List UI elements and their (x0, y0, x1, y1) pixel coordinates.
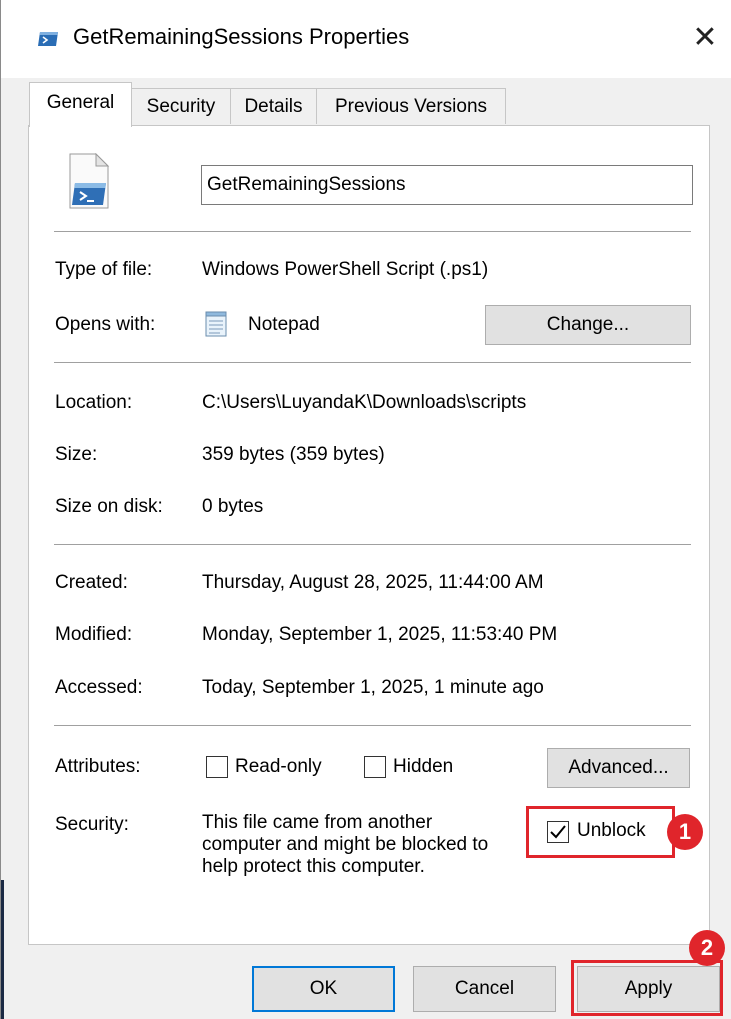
window-title: GetRemainingSessions Properties (73, 24, 410, 49)
size-on-disk-label: Size on disk: (55, 496, 163, 517)
attributes-label: Attributes: (55, 756, 141, 777)
title-bar: GetRemainingSessions Properties ✕ (1, 0, 731, 78)
read-only-label[interactable]: Read-only (235, 756, 322, 778)
powershell-file-icon (38, 32, 58, 46)
location-label: Location: (55, 392, 133, 413)
security-warning-line-2: computer and might be blocked to (202, 834, 489, 855)
annotation-badge-2: 2 (689, 930, 725, 966)
tab-general[interactable]: General (29, 82, 132, 127)
powershell-script-icon (69, 153, 110, 209)
annotation-badge-1: 1 (667, 814, 703, 850)
type-of-file-value: Windows PowerShell Script (.ps1) (202, 259, 489, 280)
ok-button[interactable]: OK (252, 966, 395, 1012)
separator (54, 362, 691, 363)
size-value: 359 bytes (359 bytes) (202, 444, 385, 465)
separator (54, 544, 691, 545)
notepad-icon (205, 311, 227, 337)
checkmark-icon (550, 825, 566, 839)
unblock-checkbox[interactable] (547, 821, 569, 843)
tab-details[interactable]: Details (230, 88, 317, 124)
tab-previous-versions[interactable]: Previous Versions (316, 88, 506, 124)
size-on-disk-value: 0 bytes (202, 496, 264, 517)
background-edge (1, 880, 4, 1019)
tab-security[interactable]: Security (131, 88, 231, 124)
opens-with-label: Opens with: (55, 314, 156, 335)
close-icon[interactable]: ✕ (681, 14, 729, 62)
modified-label: Modified: (55, 624, 133, 645)
cancel-button[interactable]: Cancel (413, 966, 556, 1012)
separator (54, 231, 691, 232)
location-value: C:\Users\LuyandaK\Downloads\scripts (202, 392, 527, 413)
security-warning-line-1: This file came from another (202, 812, 433, 833)
hidden-checkbox[interactable] (364, 756, 386, 778)
unblock-label[interactable]: Unblock (577, 820, 646, 842)
separator (54, 725, 691, 726)
general-panel: GetRemainingSessions Type of file: Windo… (28, 125, 710, 945)
change-button[interactable]: Change... (485, 305, 691, 345)
hidden-label[interactable]: Hidden (393, 756, 453, 778)
file-name-field[interactable]: GetRemainingSessions (201, 165, 693, 205)
created-label: Created: (55, 572, 128, 593)
read-only-checkbox[interactable] (206, 756, 228, 778)
size-label: Size: (55, 444, 98, 465)
type-of-file-label: Type of file: (55, 259, 153, 280)
security-label: Security: (55, 814, 129, 835)
opens-with-value: Notepad (248, 314, 320, 335)
security-warning-line-3: help protect this computer. (202, 856, 425, 877)
modified-value: Monday, September 1, 2025, 11:53:40 PM (202, 624, 558, 645)
created-value: Thursday, August 28, 2025, 11:44:00 AM (202, 572, 544, 593)
accessed-value: Today, September 1, 2025, 1 minute ago (202, 677, 544, 698)
properties-window: GetRemainingSessions Properties ✕ Genera… (0, 0, 731, 1019)
accessed-label: Accessed: (55, 677, 143, 698)
apply-highlight (571, 960, 723, 1016)
advanced-button[interactable]: Advanced... (547, 748, 690, 788)
